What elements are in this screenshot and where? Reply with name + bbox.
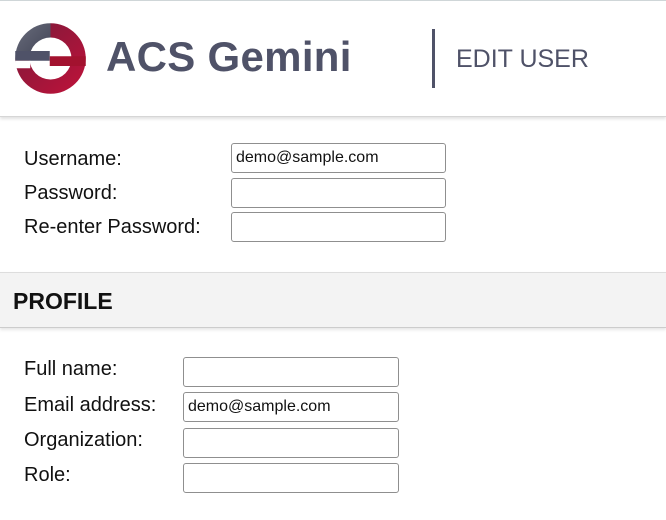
- email-address-input[interactable]: [183, 392, 399, 422]
- full-name-input[interactable]: [183, 357, 399, 387]
- app-title: ACS Gemini: [106, 33, 352, 80]
- reenter-password-input[interactable]: [231, 212, 446, 242]
- role-input[interactable]: [183, 463, 399, 493]
- header-divider: [432, 29, 435, 88]
- profile-section-header: PROFILE: [0, 272, 666, 328]
- password-label: Password:: [24, 182, 118, 204]
- username-input[interactable]: [231, 143, 446, 173]
- edit-user-page: ACS Gemini EDIT USER Username: Password:…: [0, 0, 666, 520]
- organization-input[interactable]: [183, 428, 399, 458]
- organization-label: Organization:: [24, 429, 143, 451]
- email-address-label: Email address:: [24, 394, 157, 416]
- username-label: Username:: [24, 148, 122, 170]
- full-name-label: Full name:: [24, 358, 118, 380]
- app-header: ACS Gemini EDIT USER: [0, 0, 666, 117]
- page-heading: EDIT USER: [456, 45, 589, 73]
- reenter-password-label: Re-enter Password:: [24, 216, 201, 238]
- password-input[interactable]: [231, 178, 446, 208]
- acs-logo-icon: [15, 23, 86, 94]
- profile-section-title: PROFILE: [13, 288, 113, 314]
- role-label: Role:: [24, 464, 71, 486]
